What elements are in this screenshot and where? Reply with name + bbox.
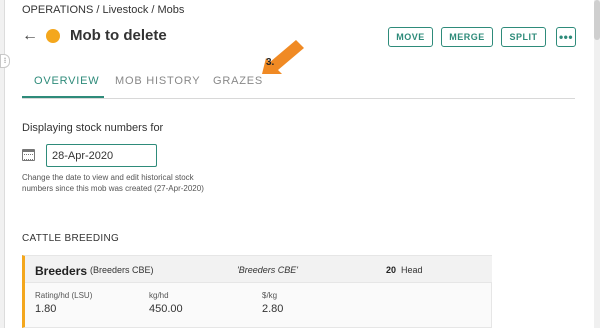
- sidebar-toggle-icon[interactable]: ⁝: [0, 54, 10, 68]
- breadcrumb[interactable]: OPERATIONS / Livestock / Mobs: [22, 4, 184, 16]
- split-button[interactable]: SPLIT: [501, 27, 546, 47]
- mob-card-header: Breeders (Breeders CBE) 'Breeders CBE' 2…: [25, 256, 492, 283]
- back-arrow-icon[interactable]: ←: [22, 28, 38, 44]
- stock-date-input[interactable]: [46, 144, 157, 167]
- mob-card-alias: 'Breeders CBE': [237, 265, 298, 275]
- stat-label-rating: Rating/hd (LSU): [35, 291, 93, 300]
- mob-card-head-count: 20: [386, 265, 397, 275]
- sidebar-edge: [0, 0, 5, 328]
- calendar-icon[interactable]: [22, 149, 35, 161]
- stock-date-label: Displaying stock numbers for: [22, 122, 164, 134]
- mob-card-name: Breeders: [35, 264, 88, 278]
- active-tab-indicator: [22, 96, 104, 98]
- mob-card-head-label: Head: [401, 265, 423, 275]
- tab-mob-history[interactable]: MOB HISTORY: [115, 75, 200, 87]
- stat-label-weight: kg/hd: [149, 291, 169, 300]
- status-dot-icon: [46, 29, 60, 43]
- tab-grazes[interactable]: GRAZES: [213, 75, 263, 87]
- mob-card[interactable]: Breeders (Breeders CBE) 'Breeders CBE' 2…: [22, 255, 492, 328]
- category-heading: CATTLE BREEDING: [22, 233, 120, 244]
- annotation-step-label: 3.: [266, 57, 275, 68]
- stat-value-weight: 450.00: [149, 303, 183, 315]
- move-button[interactable]: MOVE: [388, 27, 433, 47]
- mob-card-subname: (Breeders CBE): [90, 265, 154, 275]
- more-options-button[interactable]: •••: [556, 27, 576, 47]
- merge-button[interactable]: MERGE: [441, 27, 493, 47]
- stat-value-price: 2.80: [262, 303, 284, 315]
- scrollbar-thumb[interactable]: [594, 0, 600, 40]
- annotation-arrow-icon: [262, 40, 304, 74]
- scrollbar[interactable]: [594, 0, 600, 328]
- tab-overview[interactable]: OVERVIEW: [34, 75, 100, 87]
- stock-date-help-text: Change the date to view and edit histori…: [22, 173, 204, 193]
- stat-label-price: $/kg: [262, 291, 278, 300]
- page-title: Mob to delete: [70, 27, 167, 44]
- stat-value-rating: 1.80: [35, 303, 57, 315]
